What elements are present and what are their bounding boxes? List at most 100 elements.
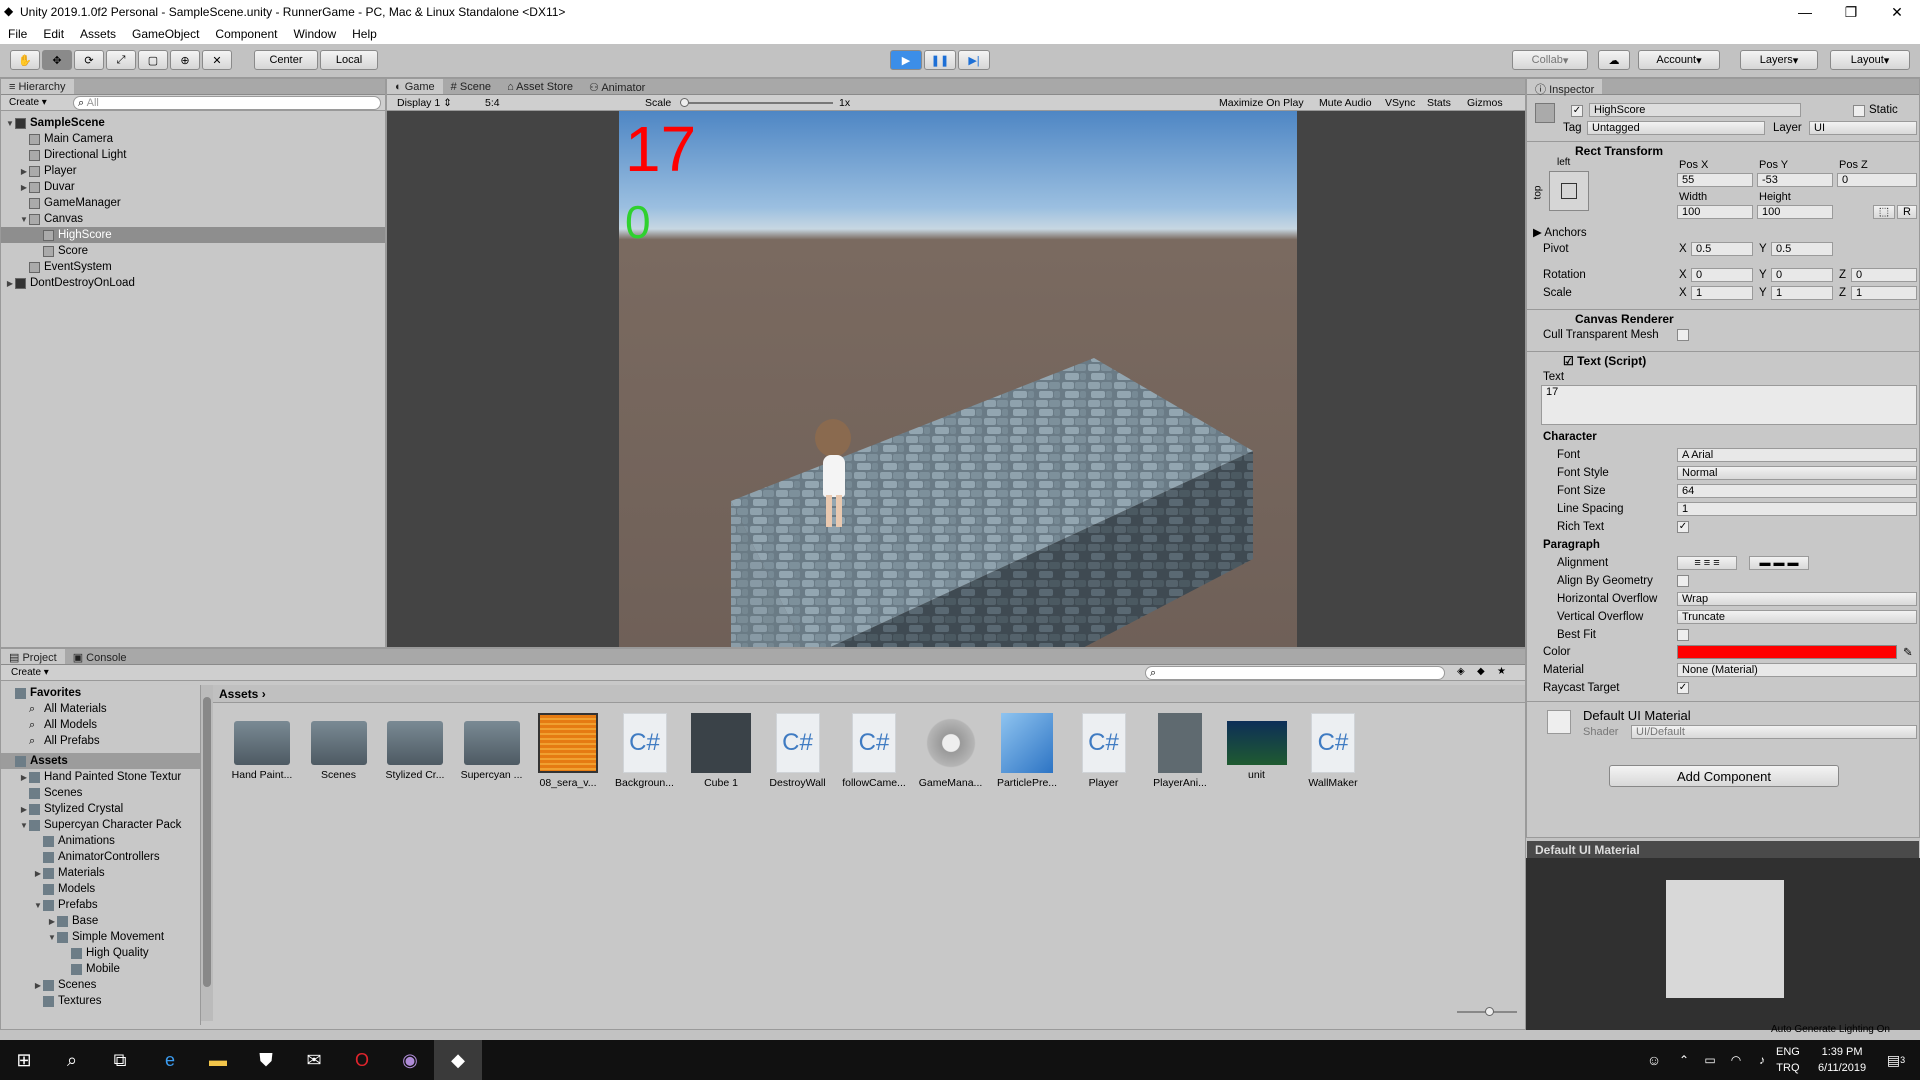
material-field[interactable]: None (Material): [1677, 663, 1917, 677]
asset-item-audio[interactable]: 08_sera_v...: [533, 713, 603, 789]
foldout-arrow-icon[interactable]: ▶: [5, 279, 15, 288]
project-tree-item[interactable]: Animations: [1, 833, 200, 849]
menu-edit[interactable]: Edit: [43, 27, 64, 41]
asset-item-cs[interactable]: C# followCame...: [839, 713, 909, 789]
game-viewport[interactable]: 17 0: [619, 111, 1297, 647]
pivot-x-field[interactable]: 0.5: [1691, 242, 1753, 256]
rect-transform-header[interactable]: Rect Transform: [1527, 141, 1919, 159]
rotation-y-field[interactable]: 0: [1771, 268, 1833, 282]
active-checkbox[interactable]: ✓: [1571, 105, 1583, 117]
task-view-icon[interactable]: ⧉: [96, 1040, 144, 1080]
project-tree-item[interactable]: ▼ Supercyan Character Pack: [1, 817, 200, 833]
hierarchy-search-input[interactable]: ⌕ All: [73, 96, 381, 110]
scale-slider[interactable]: [680, 98, 833, 107]
search-icon[interactable]: ⌕: [48, 1040, 96, 1080]
project-tree-item[interactable]: Mobile: [1, 961, 200, 977]
transform-tool-icon[interactable]: ⊕: [170, 50, 200, 70]
static-checkbox[interactable]: [1853, 105, 1865, 117]
height-field[interactable]: 100: [1757, 205, 1833, 219]
close-button[interactable]: ✕: [1874, 0, 1920, 24]
font-style-dropdown[interactable]: Normal: [1677, 466, 1917, 480]
v-overflow-dropdown[interactable]: Truncate: [1677, 610, 1917, 624]
project-tree-item[interactable]: ⌕ All Materials: [1, 701, 200, 717]
minimize-button[interactable]: —: [1782, 0, 1828, 24]
layer-dropdown[interactable]: UI: [1809, 121, 1917, 135]
display-dropdown[interactable]: Display 1 ⇕: [397, 97, 452, 109]
horizontal-align-buttons[interactable]: ≡ ≡ ≡: [1677, 556, 1737, 570]
project-tree-item[interactable]: Assets: [1, 753, 200, 769]
foldout-arrow-icon[interactable]: ▼: [33, 901, 43, 910]
tab-scene[interactable]: # Scene: [443, 79, 499, 94]
asset-item-cube-dark[interactable]: Cube 1: [686, 713, 756, 789]
start-icon[interactable]: ⊞: [0, 1040, 48, 1080]
align-geometry-checkbox[interactable]: [1677, 575, 1689, 587]
hierarchy-item[interactable]: Main Camera: [1, 131, 385, 147]
font-field[interactable]: A Arial: [1677, 448, 1917, 462]
menu-assets[interactable]: Assets: [80, 27, 116, 41]
project-tree-item[interactable]: ⌕ All Models: [1, 717, 200, 733]
raycast-checkbox[interactable]: ✓: [1677, 682, 1689, 694]
menu-gameobject[interactable]: GameObject: [132, 27, 199, 41]
asset-item-folder[interactable]: Stylized Cr...: [380, 713, 450, 781]
edge-icon[interactable]: e: [146, 1040, 194, 1080]
project-tree-item[interactable]: ⌕ All Prefabs: [1, 733, 200, 749]
font-size-field[interactable]: 64: [1677, 484, 1917, 498]
h-overflow-dropdown[interactable]: Wrap: [1677, 592, 1917, 606]
project-search-input[interactable]: ⌕: [1145, 666, 1445, 680]
add-component-button[interactable]: Add Component: [1609, 765, 1839, 787]
scale-slider-handle[interactable]: [680, 98, 689, 107]
foldout-arrow-icon[interactable]: ▶: [33, 981, 43, 990]
line-spacing-field[interactable]: 1: [1677, 502, 1917, 516]
pause-button[interactable]: ❚❚: [924, 50, 956, 70]
hierarchy-item[interactable]: HighScore: [1, 227, 385, 243]
best-fit-checkbox[interactable]: [1677, 629, 1689, 641]
asset-item-folder[interactable]: Supercyan ...: [457, 713, 527, 781]
preview-header[interactable]: Default UI Material: [1527, 841, 1919, 859]
asset-item-cs[interactable]: C# WallMaker: [1298, 713, 1368, 789]
eyedropper-icon[interactable]: ✎: [1903, 645, 1913, 659]
app-icon[interactable]: ◉: [386, 1040, 434, 1080]
tab-asset-store[interactable]: ⌂ Asset Store: [499, 79, 581, 94]
shader-dropdown[interactable]: UI/Default: [1631, 725, 1917, 739]
hierarchy-item[interactable]: Score: [1, 243, 385, 259]
project-tree-item[interactable]: ▼ Simple Movement: [1, 929, 200, 945]
foldout-arrow-icon[interactable]: ▼: [19, 215, 29, 224]
project-tree-item[interactable]: ▶ Hand Painted Stone Textur: [1, 769, 200, 785]
posx-field[interactable]: 55: [1677, 173, 1753, 187]
scale-y-field[interactable]: 1: [1771, 286, 1833, 300]
project-tree-item[interactable]: Textures: [1, 993, 200, 1009]
asset-item-cs[interactable]: C# Player: [1069, 713, 1139, 789]
blueprint-button[interactable]: ⬚: [1873, 205, 1895, 219]
project-tree-item[interactable]: ▶ Scenes: [1, 977, 200, 993]
account-button[interactable]: Account ▾: [1638, 50, 1720, 70]
tab-project[interactable]: ▤ Project: [1, 649, 65, 664]
hand-tool-icon[interactable]: ✋: [10, 50, 40, 70]
clock[interactable]: 1:39 PM 6/11/2019: [1818, 1044, 1866, 1076]
menu-help[interactable]: Help: [352, 27, 377, 41]
posy-field[interactable]: -53: [1757, 173, 1833, 187]
foldout-arrow-icon[interactable]: ▶: [19, 773, 29, 782]
rotate-tool-icon[interactable]: ⟳: [74, 50, 104, 70]
rotation-z-field[interactable]: 0: [1851, 268, 1917, 282]
anchor-preset-button[interactable]: [1549, 171, 1589, 211]
language-indicator[interactable]: ENG TRQ: [1776, 1044, 1800, 1076]
pivot-y-field[interactable]: 0.5: [1771, 242, 1833, 256]
step-button[interactable]: ▶|: [958, 50, 990, 70]
maximize-button[interactable]: ❐: [1828, 0, 1874, 24]
asset-item-gear[interactable]: GameMana...: [916, 713, 986, 789]
foldout-arrow-icon[interactable]: ▶: [33, 869, 43, 878]
project-tree-item[interactable]: ▶ Base: [1, 913, 200, 929]
asset-item-cs[interactable]: C# Backgroun...: [610, 713, 680, 789]
hierarchy-item[interactable]: ▶ Player: [1, 163, 385, 179]
project-tree-item[interactable]: ▶ Materials: [1, 865, 200, 881]
anchors-foldout[interactable]: ▶ Anchors: [1533, 225, 1587, 239]
foldout-arrow-icon[interactable]: ▶: [19, 167, 29, 176]
project-tree-item[interactable]: High Quality: [1, 945, 200, 961]
tab-animator[interactable]: ⚇ Animator: [581, 79, 653, 94]
foldout-arrow-icon[interactable]: ▶: [19, 183, 29, 192]
move-tool-icon[interactable]: ✥: [42, 50, 72, 70]
filter-type-icon[interactable]: ◈: [1457, 666, 1465, 677]
mute-audio-button[interactable]: Mute Audio: [1319, 97, 1372, 109]
rich-text-checkbox[interactable]: ✓: [1677, 521, 1689, 533]
asset-item-scene[interactable]: unit: [1222, 713, 1292, 781]
